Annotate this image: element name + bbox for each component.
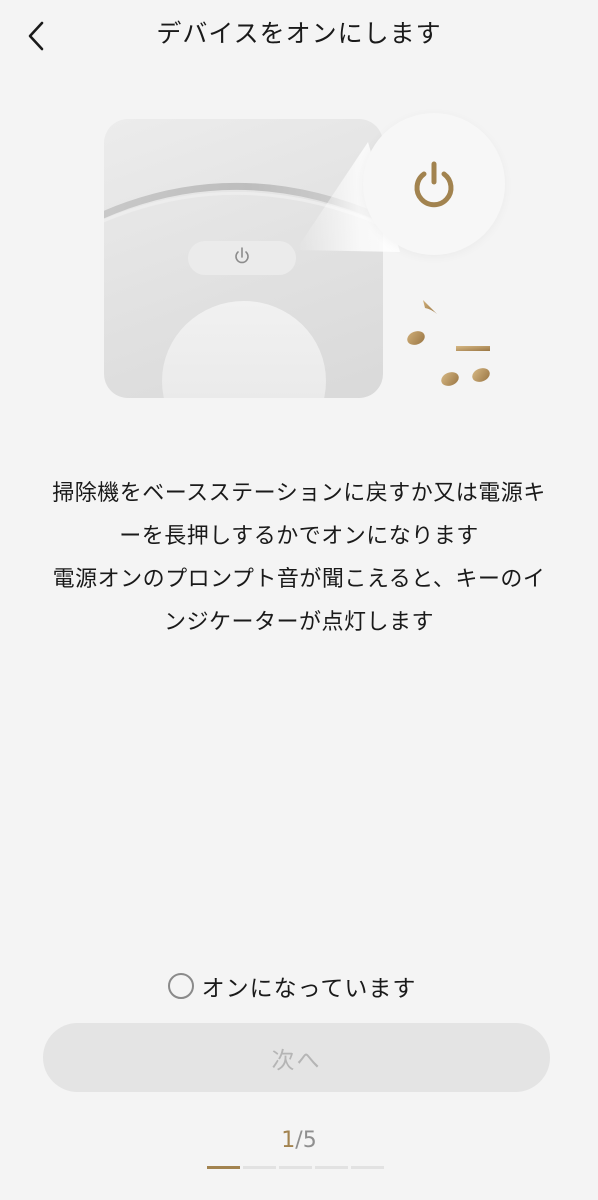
step-indicator: 1/5 xyxy=(0,1128,598,1153)
header-bar: デバイスをオンにします xyxy=(0,0,598,70)
instruction-line: ンジケーターが点灯します xyxy=(163,610,434,635)
powered-on-label: オンになっています xyxy=(201,976,417,1002)
next-button[interactable]: 次へ xyxy=(43,1023,550,1092)
powered-on-radio[interactable] xyxy=(167,973,194,999)
beamed-notes-icon xyxy=(441,346,491,386)
progress-segment xyxy=(351,1166,384,1169)
instruction-text: 掃除機をベースステーションに戻すか又は電源キ ーを長押しするかでオンになります … xyxy=(18,472,580,644)
instruction-line: 電源オンのプロンプト音が聞こえると、キーのイ xyxy=(52,567,546,592)
step-progress-bar xyxy=(207,1166,387,1169)
powered-on-confirmation[interactable]: オンになっています xyxy=(0,966,598,1006)
power-button-zoom xyxy=(363,113,505,255)
total-steps: 5 xyxy=(302,1128,317,1153)
page-title: デバイスをオンにします xyxy=(156,19,442,48)
current-step: 1 xyxy=(281,1128,296,1153)
instruction-line: 掃除機をベースステーションに戻すか又は電源キ xyxy=(52,481,546,506)
step-separator: / xyxy=(295,1128,303,1153)
power-icon xyxy=(414,161,454,208)
progress-segment-active xyxy=(207,1166,240,1169)
progress-segment xyxy=(243,1166,276,1169)
progress-segment xyxy=(315,1166,348,1169)
progress-segment xyxy=(279,1166,312,1169)
instruction-line: ーを長押しするかでオンになります xyxy=(119,524,479,549)
eighth-note-icon xyxy=(407,300,437,345)
power-on-illustration xyxy=(100,110,510,410)
